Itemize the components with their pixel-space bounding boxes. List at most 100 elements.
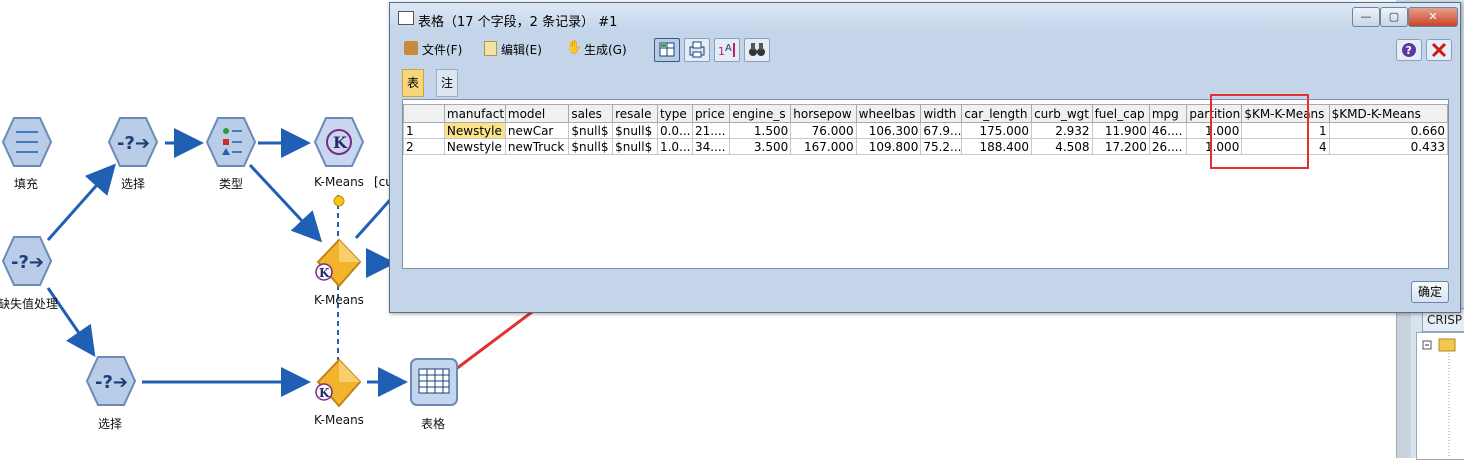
table-cell[interactable]: $null$ <box>568 122 614 139</box>
fill-node[interactable] <box>1 117 53 167</box>
table-cell[interactable]: newTruck <box>504 138 570 155</box>
type-node[interactable] <box>205 117 257 167</box>
node-label: 表格 <box>420 417 445 431</box>
sort-button[interactable]: 1A <box>714 38 740 62</box>
table-cell[interactable]: $null$ <box>568 138 614 155</box>
table-window-icon <box>398 11 414 25</box>
svg-text:K: K <box>319 266 330 280</box>
table-cell[interactable]: 26.... <box>1148 138 1188 155</box>
table-cell[interactable]: 75.2... <box>920 138 963 155</box>
column-header[interactable]: price <box>691 104 731 123</box>
column-header[interactable]: wheelbas <box>855 104 922 123</box>
sort-icon: 1A <box>718 43 735 58</box>
row-number-cell[interactable]: 2 <box>403 138 445 155</box>
column-header[interactable]: manufact <box>443 104 506 123</box>
table-cell[interactable]: 188.400 <box>961 138 1033 155</box>
column-header[interactable]: model <box>504 104 570 123</box>
table-cell[interactable]: 17.200 <box>1091 138 1150 155</box>
tab-table[interactable]: 表格 <box>402 69 425 116</box>
column-header[interactable]: resale <box>612 104 658 123</box>
table-cell[interactable]: 167.000 <box>790 138 857 155</box>
column-header[interactable]: width <box>920 104 963 123</box>
help-button[interactable]: ? <box>1396 39 1422 61</box>
column-header[interactable]: $KMD-K-Means <box>1328 104 1449 123</box>
svg-text:K: K <box>333 133 348 152</box>
project-tree[interactable] <box>1416 332 1464 460</box>
table-cell[interactable]: 0.0... <box>656 122 693 139</box>
menu-generate[interactable]: 生成(G) <box>584 41 627 58</box>
node-label: 填充 <box>13 177 38 191</box>
select-node-2[interactable]: -?➔ <box>85 356 137 406</box>
table-cell[interactable]: 11.900 <box>1091 122 1150 139</box>
table-cell[interactable]: newCar <box>504 122 570 139</box>
minimize-button[interactable]: — <box>1352 7 1380 27</box>
table-node-icon <box>410 358 458 406</box>
help-icon: ? <box>1402 43 1416 57</box>
connector-nugget-up <box>354 198 392 240</box>
select-node[interactable]: -?➔ <box>107 117 159 167</box>
tab-annotation[interactable]: 注解 <box>436 69 459 116</box>
fill-node-icon <box>1 117 53 167</box>
kmeans-nugget-node[interactable]: K <box>314 238 364 288</box>
svg-text:-?➔: -?➔ <box>11 252 44 273</box>
menu-toolbar: 文件(F) 编辑(E) ✋ 生成(G) 1A ? <box>396 37 1454 63</box>
table-cell[interactable]: 175.000 <box>961 122 1033 139</box>
dialog-close-button[interactable] <box>1426 39 1452 61</box>
column-header[interactable]: horsepow <box>790 104 857 123</box>
window-titlebar[interactable]: 表格（17 个字段，2 条记录） #1 — ▢ ✕ <box>390 3 1460 33</box>
node-label: K-Means <box>314 175 364 189</box>
svg-text:?: ? <box>1406 44 1412 57</box>
table-cell[interactable]: 109.800 <box>855 138 922 155</box>
svg-text:K: K <box>319 386 330 400</box>
model-link-marker-icon <box>333 195 345 207</box>
column-header[interactable]: sales <box>568 104 614 123</box>
column-header[interactable]: engine_s <box>729 104 792 123</box>
table-cell[interactable]: 4.508 <box>1031 138 1093 155</box>
window-close-button[interactable]: ✕ <box>1408 7 1458 27</box>
table-cell[interactable]: 2.932 <box>1031 122 1093 139</box>
ok-button[interactable]: 确定 <box>1411 281 1449 303</box>
table-cell[interactable]: Newstyle <box>443 122 506 139</box>
table-cell[interactable]: 0.660 <box>1328 122 1449 139</box>
node-label: K-Means <box>314 413 364 427</box>
table-cell[interactable]: 0.433 <box>1328 138 1449 155</box>
kmeans-nugget-node-2[interactable]: K <box>314 358 364 408</box>
column-header[interactable]: fuel_cap <box>1091 104 1150 123</box>
kmeans-model-node-icon: K <box>313 117 365 167</box>
column-header[interactable]: car_length <box>961 104 1033 123</box>
table-cell[interactable]: 1.500 <box>729 122 792 139</box>
print-button[interactable] <box>684 38 710 62</box>
table-cell[interactable]: $null$ <box>612 122 658 139</box>
column-header[interactable]: type <box>656 104 693 123</box>
table-cell[interactable]: 1.0... <box>656 138 693 155</box>
table-cell[interactable]: 34.... <box>691 138 731 155</box>
table-cell[interactable]: 21.... <box>691 122 731 139</box>
table-node[interactable] <box>409 357 459 407</box>
maximize-button[interactable]: ▢ <box>1380 7 1408 27</box>
vertical-scrollbar[interactable] <box>1396 310 1411 458</box>
table-cell[interactable]: 76.000 <box>790 122 857 139</box>
file-menu-icon <box>404 41 418 55</box>
generate-menu-icon: ✋ <box>566 40 583 55</box>
node-label: 选择 <box>120 177 145 191</box>
table-view-button[interactable] <box>654 38 680 62</box>
table-cell[interactable]: 3.500 <box>729 138 792 155</box>
table-cell[interactable]: Newstyle <box>443 138 506 155</box>
table-cell[interactable]: 46.... <box>1148 122 1188 139</box>
missing-value-node[interactable]: -?➔ <box>1 236 53 286</box>
table-cell[interactable]: $null$ <box>612 138 658 155</box>
tree-folder-icon <box>1422 338 1456 457</box>
row-index-header[interactable] <box>403 104 445 123</box>
find-button[interactable] <box>744 38 770 62</box>
row-number-cell[interactable]: 1 <box>403 122 445 139</box>
table-cell[interactable]: 67.9... <box>920 122 963 139</box>
column-header[interactable]: mpg <box>1148 104 1188 123</box>
menu-edit[interactable]: 编辑(E) <box>501 41 542 58</box>
table-cell[interactable]: 106.300 <box>855 122 922 139</box>
menu-file[interactable]: 文件(F) <box>422 41 462 58</box>
column-header[interactable]: curb_wgt <box>1031 104 1093 123</box>
window-title: 表格（17 个字段，2 条记录） #1 <box>418 15 618 30</box>
close-icon <box>1431 42 1447 58</box>
edit-menu-icon <box>484 41 497 56</box>
kmeans-model-node[interactable]: K <box>313 117 365 167</box>
